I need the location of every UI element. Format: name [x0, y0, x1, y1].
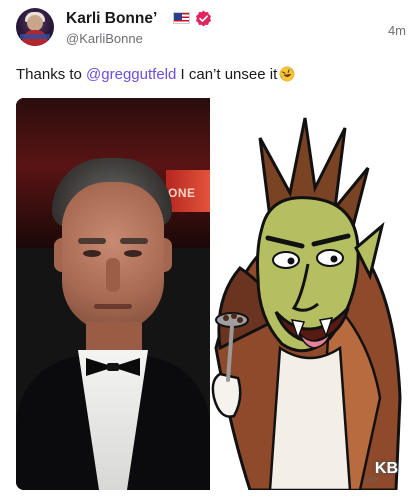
watermark-logo: KB: [374, 460, 398, 477]
verified-badge-icon: [196, 10, 211, 27]
avatar[interactable]: [16, 8, 54, 46]
watermark-handle: @KB: [363, 478, 378, 484]
man-in-tuxedo-photo: ONE: [16, 98, 210, 490]
count-chocula-cartoon: KB @KB: [210, 98, 404, 490]
post-media[interactable]: ONE KB @KB: [16, 98, 404, 490]
us-flag-icon: [173, 12, 190, 24]
rolling-on-floor-laughing-emoji-icon: [279, 66, 295, 82]
display-name[interactable]: Karli Bonne’: [66, 10, 157, 28]
post-text-before: Thanks to: [16, 66, 87, 83]
vampire-cartoon-illustration: [211, 117, 402, 490]
user-handle[interactable]: @KarliBonne: [66, 31, 143, 46]
sign-text: ONE: [168, 186, 196, 200]
post-header: Karli Bonne’ @KarliBonne 4m: [16, 8, 406, 52]
mention-link[interactable]: @greggutfeld: [86, 66, 176, 83]
post-card: Karli Bonne’ @KarliBonne 4m Thanks to @g…: [0, 0, 420, 500]
post-text-after: I can’t unsee it: [176, 66, 278, 83]
post-timestamp[interactable]: 4m: [388, 23, 406, 38]
bowtie-icon: [86, 358, 140, 376]
post-text: Thanks to @greggutfeld I can’t unsee it: [16, 66, 406, 83]
